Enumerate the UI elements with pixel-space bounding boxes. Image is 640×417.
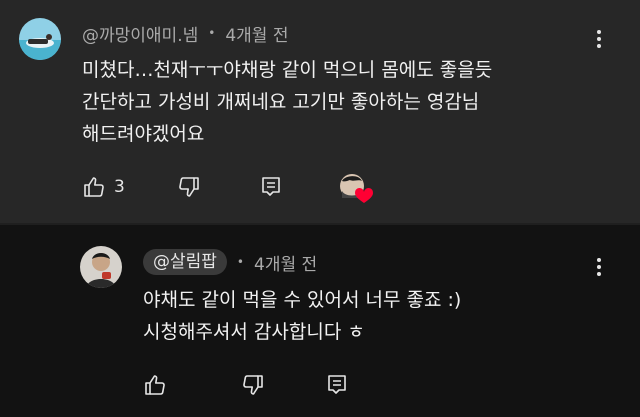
thumbs-up-icon <box>143 373 167 397</box>
separator-dot: • <box>236 255 244 269</box>
timestamp[interactable]: 4개월 전 <box>225 21 288 46</box>
comment-text: 야채도 같이 먹을 수 있어서 너무 좋죠 :) 시청해주셔서 감사합니다 ㅎ <box>143 284 461 348</box>
like-button[interactable] <box>143 373 175 397</box>
comment-meta: @살림팝 • 4개월 전 <box>143 249 317 275</box>
like-button[interactable]: 3 <box>82 175 125 199</box>
comment-text: 미쳤다…천재ㅜㅜ야채랑 같이 먹으니 몸에도 좋을듯 간단하고 가성비 개쩌네요… <box>82 54 492 150</box>
creator-heart-icon <box>338 173 374 205</box>
comment-actions: 3 <box>82 173 283 201</box>
comment-line: 미쳤다…천재ㅜㅜ야채랑 같이 먹으니 몸에도 좋을듯 <box>82 59 493 81</box>
reply-icon <box>259 175 283 199</box>
author-name[interactable]: @까망이애미.넴 <box>82 21 198 46</box>
avatar[interactable] <box>19 18 61 60</box>
thumbs-up-icon <box>82 175 106 199</box>
more-vertical-icon[interactable] <box>589 27 609 51</box>
avatar[interactable] <box>80 246 122 288</box>
creator-handle-badge[interactable]: @살림팝 <box>143 249 227 275</box>
reply-button[interactable] <box>325 373 349 397</box>
dislike-button[interactable] <box>177 175 201 199</box>
comment-actions <box>143 371 349 399</box>
comment-line: 간단하고 가성비 개쩌네요 고기만 좋아하는 영감님 <box>82 91 480 113</box>
comment-line: 시청해주셔서 감사합니다 ㅎ <box>143 321 365 343</box>
dislike-button[interactable] <box>241 373 265 397</box>
more-vertical-icon[interactable] <box>589 255 609 279</box>
comment-1: @까망이애미.넴 • 4개월 전 미쳤다…천재ㅜㅜ야채랑 같이 먹으니 몸에도 … <box>0 0 640 223</box>
comment-meta: @까망이애미.넴 • 4개월 전 <box>82 21 288 46</box>
comment-line: 야채도 같이 먹을 수 있어서 너무 좋죠 :) <box>143 289 462 311</box>
like-count: 3 <box>114 177 125 197</box>
separator-dot: • <box>208 26 216 40</box>
timestamp[interactable]: 4개월 전 <box>254 250 317 275</box>
reply-button[interactable] <box>259 175 283 199</box>
thumbs-down-icon <box>177 175 201 199</box>
comment-line: 해드려야겠어요 <box>82 123 205 145</box>
thumbs-down-icon <box>241 373 265 397</box>
reply-icon <box>325 373 349 397</box>
